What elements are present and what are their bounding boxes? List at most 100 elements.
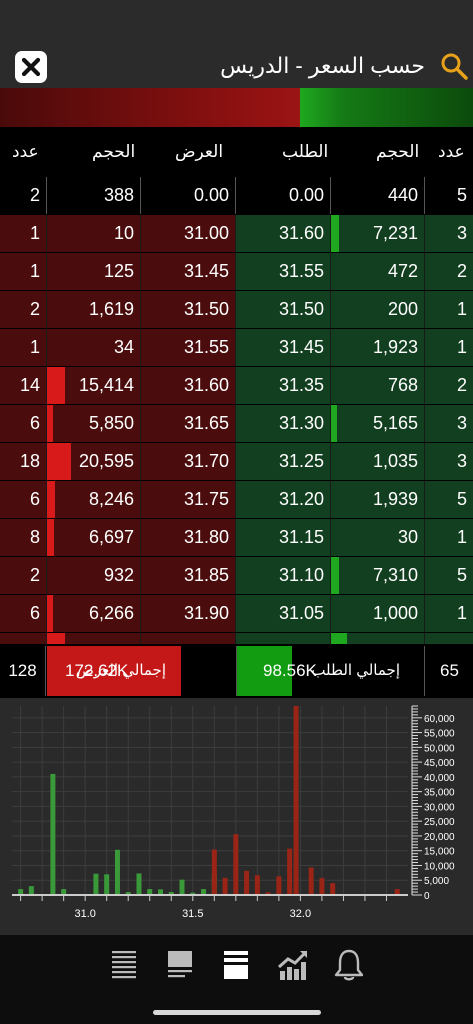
chart-bar (222, 877, 228, 895)
book-row[interactable]: 1 10 31.00 31.60 7,231 3 (0, 215, 473, 253)
ask-price-value: 31.95 (184, 641, 229, 644)
book-row[interactable]: 14 15,414 31.60 31.35 768 2 (0, 367, 473, 405)
bid-count-value: 3 (456, 223, 467, 243)
ask-volume-value: 20,595 (78, 451, 134, 471)
chart-bar (319, 878, 325, 895)
chart-icon[interactable] (275, 947, 311, 983)
status-bar (0, 0, 473, 44)
bid-count-value: 5 (456, 489, 467, 509)
bid-price-value: 31.30 (278, 413, 324, 433)
bid-price-cell: 31.05 (236, 595, 331, 632)
book-row[interactable]: 6 5,850 31.65 31.30 5,165 3 (0, 405, 473, 443)
bid-count-cell: 2 (425, 367, 473, 404)
ask-price-cell: 31.00 (141, 215, 236, 252)
ask-volume-bar (47, 405, 53, 442)
bid-volume-value: 200 (387, 299, 418, 319)
book-row[interactable]: 18 20,595 31.70 31.25 1,035 3 (0, 443, 473, 481)
book-row[interactable]: 1 125 31.45 31.55 472 2 (0, 253, 473, 291)
book-row[interactable]: 6 6,266 31.90 31.05 1,000 1 (0, 595, 473, 633)
bid-count-cell: 3 (425, 405, 473, 442)
ask-price-cell: 31.70 (141, 443, 236, 480)
book-row[interactable]: 1 34 31.55 31.45 1,923 1 (0, 329, 473, 367)
bid-volume-cell: 1,035 (331, 443, 425, 480)
book-row[interactable]: 2 388 0.00 0.00 440 5 (0, 177, 473, 215)
ask-total-cell: 172.62K إجمالي العرض (47, 646, 236, 696)
ask-volume-value: 1,619 (88, 299, 134, 319)
bid-volume-cell: 1,939 (331, 481, 425, 518)
ask-count-cell: 2 (0, 557, 47, 594)
order-book[interactable]: 2 388 0.00 0.00 440 5 1 10 31.00 31.60 7,231 3 1 125 3… (0, 177, 473, 644)
bid-count-value: 3 (456, 413, 467, 433)
list-icon[interactable] (106, 947, 142, 983)
bid-price-value: 31.00 (279, 641, 324, 644)
ask-price-value: 31.55 (183, 337, 229, 357)
ask-volume-value: 34 (113, 337, 134, 357)
bid-count-cell: 1 (425, 595, 473, 632)
book-row[interactable]: 6 15,716 31.95 31.00 15,296 10 (0, 633, 473, 644)
ask-count-value: 2 (29, 299, 40, 319)
chart-bar (211, 849, 217, 895)
bid-count-header: عدد (438, 142, 465, 161)
chart-bar (179, 879, 185, 895)
search-icon[interactable] (439, 51, 469, 81)
bell-icon[interactable] (331, 947, 367, 983)
bid-volume-value: 1,923 (372, 337, 418, 357)
ask-volume-cell: 15,414 (47, 367, 141, 404)
ask-volume-bar (47, 481, 55, 518)
bid-count-value: 5 (456, 565, 467, 585)
ask-price-cell: 31.65 (141, 405, 236, 442)
ask-volume-bar (47, 595, 53, 632)
y-tick-label: 25,000 (424, 817, 455, 828)
ask-count-cell: 1 (0, 329, 47, 366)
ask-price-cell: 31.75 (141, 481, 236, 518)
bid-count-value: 1 (456, 603, 467, 623)
ask-price-value: 31.65 (183, 413, 229, 433)
chart-bar (293, 706, 299, 895)
book-row[interactable]: 6 8,246 31.75 31.20 1,939 5 (0, 481, 473, 519)
bid-price-value: 31.10 (278, 565, 324, 585)
ask-price-cell: 31.85 (141, 557, 236, 594)
ask-volume-value: 125 (103, 261, 134, 281)
depth-icon[interactable] (162, 947, 198, 983)
ask-price-header: العرض (175, 142, 224, 161)
ask-count-cell: 6 (0, 405, 47, 442)
ask-price-cell: 0.00 (141, 177, 236, 214)
book-row[interactable]: 8 6,697 31.80 31.15 30 1 (0, 519, 473, 557)
ask-volume-value: 10 (113, 223, 134, 243)
bid-count-value: 5 (456, 185, 467, 205)
y-tick-label: 35,000 (424, 788, 455, 799)
x-tick-label: 31.0 (74, 908, 95, 920)
ask-price-cell: 31.45 (141, 253, 236, 290)
bid-price-cell: 31.30 (236, 405, 331, 442)
ask-volume-value: 8,246 (88, 489, 134, 509)
ask-volume-cell: 8,246 (47, 481, 141, 518)
ask-volume-cell: 388 (47, 177, 141, 214)
chart-bar (28, 886, 34, 895)
close-button[interactable] (15, 51, 47, 83)
bid-price-value: 31.05 (278, 603, 324, 623)
ask-volume-value: 6,697 (88, 527, 134, 547)
bid-volume-bar (331, 557, 339, 594)
ask-total-label: إجمالي العرض (75, 662, 166, 679)
price-book-icon[interactable] (218, 947, 254, 983)
bid-price-cell: 31.50 (236, 291, 331, 328)
ask-price-value: 31.50 (183, 299, 229, 319)
ask-volume-bar (47, 367, 65, 404)
chart-bar (287, 848, 293, 895)
book-row[interactable]: 2 1,619 31.50 31.50 200 1 (0, 291, 473, 329)
book-row[interactable]: 2 932 31.85 31.10 7,310 5 (0, 557, 473, 595)
ask-count-value: 1 (29, 223, 40, 243)
ask-volume-cell: 34 (47, 329, 141, 366)
bid-price-value: 0.00 (288, 185, 324, 205)
ask-count-cell: 6 (0, 633, 47, 644)
chart-bar (50, 773, 56, 895)
bid-price-cell: 31.35 (236, 367, 331, 404)
bid-volume-value: 7,310 (372, 565, 418, 585)
bid-volume-bar (331, 215, 339, 252)
bid-price-cell: 31.00 (236, 633, 331, 644)
bid-volume-value: 440 (387, 185, 418, 205)
y-tick-label: 55,000 (424, 729, 455, 740)
ask-volume-cell: 15,716 (47, 633, 141, 644)
chart-bar (244, 870, 250, 895)
ask-count-header: عدد (12, 142, 39, 161)
